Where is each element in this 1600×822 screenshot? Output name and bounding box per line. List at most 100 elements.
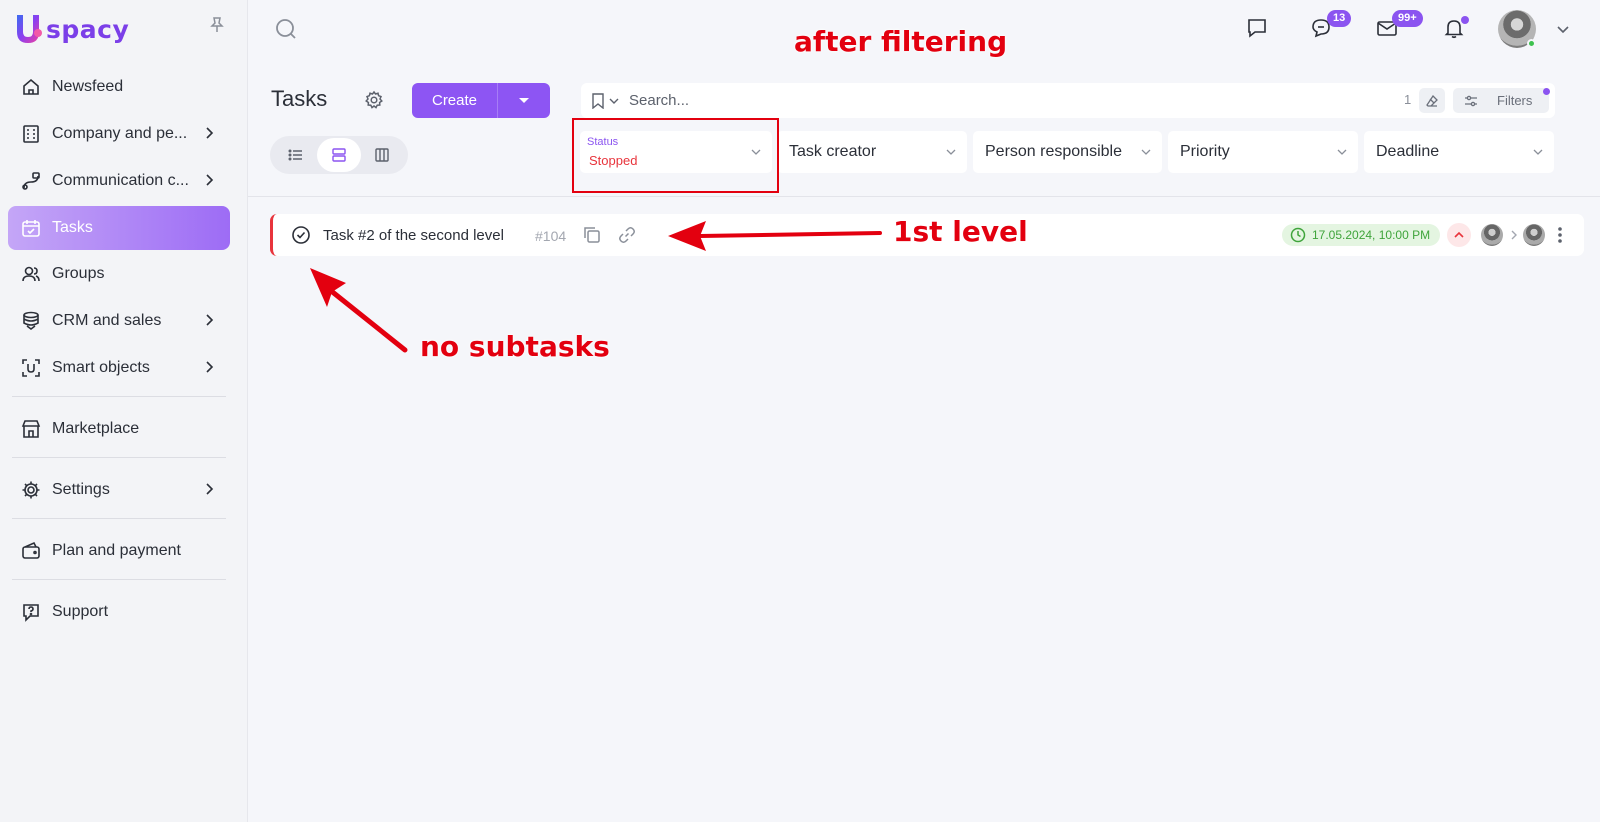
task-id: #104 — [535, 228, 567, 244]
sidebar-item-company[interactable]: Company and pe... — [8, 112, 230, 156]
task-deadline-text: 17.05.2024, 10:00 PM — [1312, 228, 1431, 242]
create-button[interactable]: Create — [412, 83, 498, 118]
copy-icon[interactable] — [582, 225, 602, 245]
sidebar-item-crm[interactable]: CRM and sales — [8, 299, 230, 343]
sidebar-item-plan-payment[interactable]: Plan and payment — [8, 529, 230, 573]
sidebar-nav: Newsfeed Company and pe... Communication… — [8, 65, 230, 637]
chevron-right-icon — [206, 127, 214, 139]
clear-filters-button[interactable] — [1419, 88, 1445, 113]
task-deadline-badge[interactable]: 17.05.2024, 10:00 PM — [1282, 224, 1440, 246]
chevron-down-icon — [1337, 149, 1347, 155]
annotation-no-subtasks: no subtasks — [420, 330, 610, 363]
filters-label: Filters — [1497, 93, 1533, 108]
sidebar-item-smart-objects[interactable]: Smart objects — [8, 346, 230, 390]
notification-dot — [1461, 16, 1469, 24]
link-icon[interactable] — [617, 225, 637, 245]
sidebar-item-label: Communication c... — [52, 172, 189, 189]
task-creator-filter-select[interactable]: Task creator — [777, 131, 967, 173]
annotation-highlight-box — [572, 118, 779, 193]
sidebar-divider — [12, 579, 226, 580]
chevron-up-icon — [1454, 231, 1464, 238]
priority-high-indicator[interactable] — [1447, 223, 1471, 247]
sidebar-item-newsfeed[interactable]: Newsfeed — [8, 65, 230, 109]
columns-icon — [375, 148, 390, 162]
search-bar: 1 Filters — [581, 83, 1555, 118]
filters-active-dot — [1543, 88, 1550, 95]
task-creator-filter-label: Task creator — [789, 143, 877, 160]
sidebar-item-label: Settings — [52, 481, 110, 498]
chevron-right-icon — [206, 174, 214, 186]
saved-filters-dropdown[interactable] — [591, 91, 625, 111]
clock-icon — [1290, 227, 1306, 243]
pin-icon[interactable] — [208, 16, 226, 34]
priority-filter-label: Priority — [1180, 143, 1230, 160]
calendar-check-icon — [20, 217, 42, 239]
eraser-icon — [1426, 94, 1438, 107]
task-responsible-avatar[interactable] — [1523, 224, 1545, 246]
priority-filter-select[interactable]: Priority — [1168, 131, 1358, 173]
chevron-down-icon[interactable] — [1556, 22, 1570, 36]
chevron-down-icon — [609, 98, 619, 104]
sidebar-item-groups[interactable]: Groups — [8, 252, 230, 296]
sidebar-item-support[interactable]: Support — [8, 590, 230, 634]
users-icon — [20, 263, 42, 285]
create-button-group: Create — [412, 83, 550, 118]
store-icon — [20, 418, 42, 440]
chevron-right-icon — [1511, 230, 1517, 240]
chevron-right-icon — [206, 483, 214, 495]
page-title: Tasks — [271, 86, 328, 111]
annotation-after-filtering: after filtering — [794, 25, 1008, 58]
annotation-arrow-no-subtasks — [310, 268, 408, 353]
home-icon — [20, 76, 42, 98]
filter-count: 1 — [1404, 92, 1412, 107]
view-mode-toggle — [270, 136, 408, 174]
sidebar-item-settings[interactable]: Settings — [8, 468, 230, 512]
smart-object-icon — [20, 357, 42, 379]
more-options-icon[interactable] — [1556, 224, 1564, 246]
sidebar-item-label: Plan and payment — [52, 542, 181, 559]
task-complete-check-icon[interactable] — [291, 225, 311, 245]
sidebar-divider — [12, 518, 226, 519]
help-icon — [20, 601, 42, 623]
building-icon — [20, 123, 42, 145]
chat-count-badge: 13 — [1327, 10, 1352, 27]
kanban-view-button[interactable] — [361, 138, 404, 172]
task-title[interactable]: Task #2 of the second level — [323, 227, 504, 244]
task-creator-avatar[interactable] — [1481, 224, 1503, 246]
sliders-icon — [1465, 95, 1477, 106]
settings-gear-icon[interactable] — [364, 90, 384, 110]
sidebar-item-tasks[interactable]: Tasks — [8, 206, 230, 250]
sidebar-divider — [12, 396, 226, 397]
person-responsible-filter-select[interactable]: Person responsible — [973, 131, 1162, 173]
chevron-down-icon — [1533, 149, 1543, 155]
gear-icon — [20, 479, 42, 501]
online-status-dot — [1527, 39, 1536, 48]
search-icon[interactable] — [274, 17, 298, 41]
sidebar-item-marketplace[interactable]: Marketplace — [8, 407, 230, 451]
chevron-right-icon — [206, 361, 214, 373]
sidebar-item-label: Support — [52, 603, 109, 620]
sidebar-item-label: CRM and sales — [52, 312, 162, 329]
chevron-down-icon — [946, 149, 956, 155]
chat-icon[interactable] — [1245, 16, 1269, 40]
sidebar-item-communication[interactable]: Communication c... — [8, 159, 230, 203]
sidebar: spacy Newsfeed Company and pe... Communi… — [0, 0, 248, 822]
create-dropdown-button[interactable] — [498, 83, 550, 118]
sidebar-item-label: Tasks — [52, 219, 93, 236]
caret-down-icon — [519, 97, 529, 103]
chevron-down-icon — [1141, 149, 1151, 155]
sidebar-item-label: Newsfeed — [52, 78, 124, 95]
filters-button[interactable]: Filters — [1453, 88, 1549, 113]
list-view-button[interactable] — [274, 138, 317, 172]
tree-view-button[interactable] — [317, 138, 361, 172]
bookmark-icon — [592, 93, 604, 109]
search-input[interactable] — [629, 83, 1329, 118]
sidebar-divider — [12, 457, 226, 458]
sidebar-item-label: Marketplace — [52, 420, 140, 437]
rows-icon — [332, 148, 346, 162]
app-logo[interactable]: spacy — [14, 12, 129, 46]
mail-count-badge: 99+ — [1392, 10, 1423, 27]
deadline-filter-select[interactable]: Deadline — [1364, 131, 1554, 173]
logo-mark-icon — [17, 15, 42, 43]
sidebar-item-label: Groups — [52, 265, 105, 282]
